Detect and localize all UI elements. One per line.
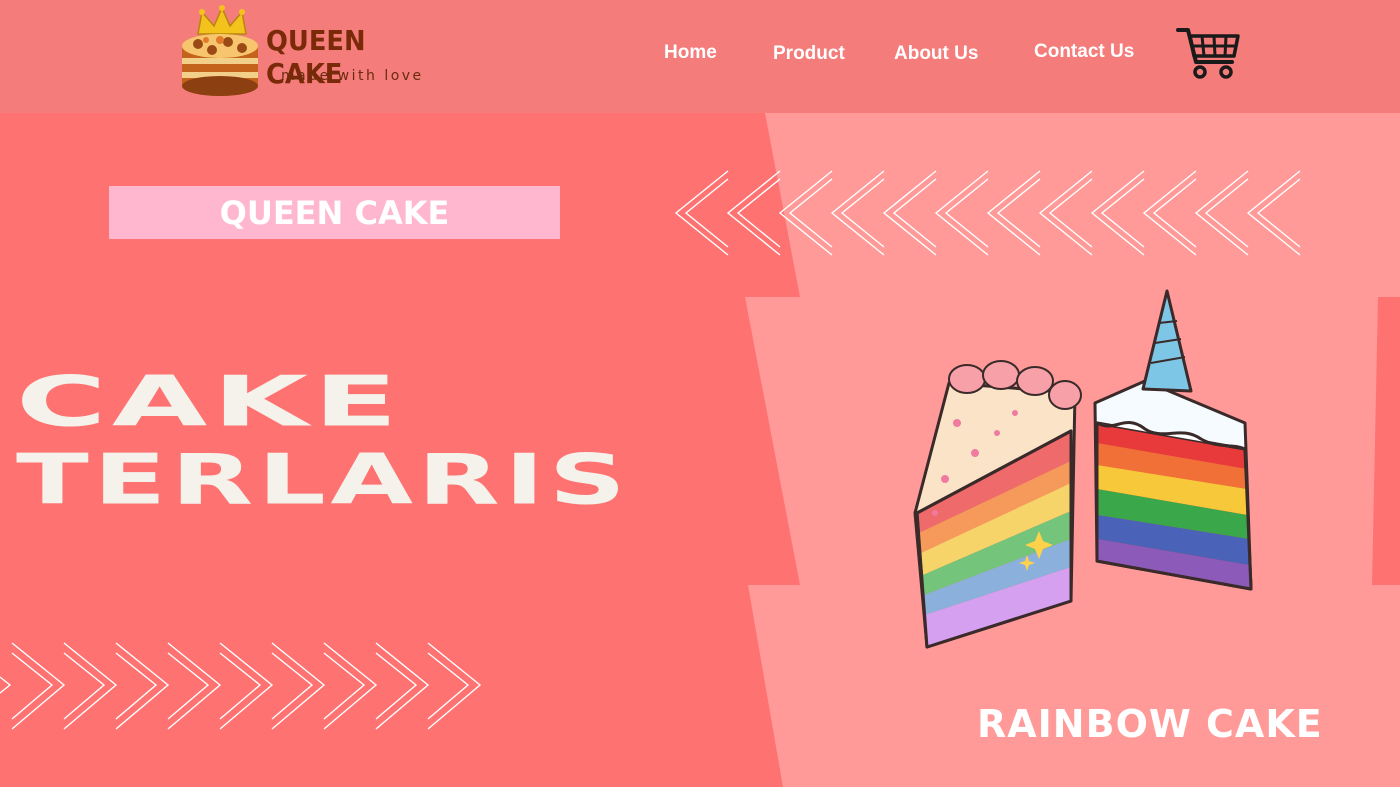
brand-badge: QUEEN CAKE: [109, 186, 560, 239]
cake-slice-left: [913, 360, 1082, 649]
hero-section: QUEEN CAKE CAKE TERLARIS RAINBOW CAKE: [0, 113, 1400, 787]
site-header: QUEEN CAKE made with love Home Product A…: [0, 0, 1400, 113]
nav-about-us[interactable]: About Us: [894, 43, 978, 65]
nav-home[interactable]: Home: [664, 42, 717, 64]
rainbow-cake-illustration: [913, 289, 1253, 649]
cake-crown-icon: [182, 5, 258, 96]
shopping-cart-icon[interactable]: [1176, 24, 1242, 80]
cake-slice-right: [1093, 289, 1253, 591]
hero-headline-line1: CAKE: [16, 360, 404, 443]
brand-tagline: made with love: [281, 68, 424, 84]
chevron-right-pattern-icon: [0, 642, 482, 730]
brand-badge-text: QUEEN CAKE: [219, 193, 450, 232]
nav-contact-us[interactable]: Contact Us: [1034, 41, 1134, 63]
hero-headline-line2: TERLARIS: [16, 438, 631, 521]
product-caption: RAINBOW CAKE: [977, 702, 1323, 746]
brand-logo[interactable]: QUEEN CAKE made with love: [178, 4, 458, 100]
chevron-left-pattern-icon: [674, 170, 1301, 256]
nav-product[interactable]: Product: [773, 43, 845, 65]
